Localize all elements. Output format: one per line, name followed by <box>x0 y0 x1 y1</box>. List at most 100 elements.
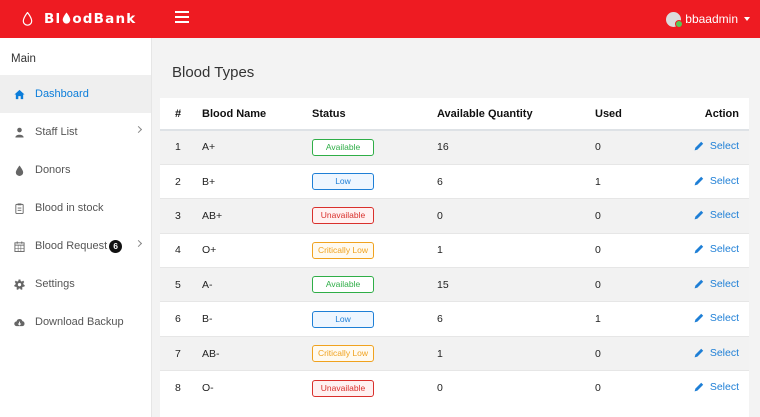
used-count: 1 <box>583 301 669 337</box>
status-badge: Critically Low <box>312 241 374 259</box>
blood-name: B- <box>190 301 300 337</box>
blood-name: AB- <box>190 335 300 371</box>
table-header-row: # Blood Name Status Available Quantity U… <box>160 98 749 131</box>
table-row: 2 B+ Low 6 1 Select <box>160 163 749 199</box>
blood-types-card: # Blood Name Status Available Quantity U… <box>160 98 749 417</box>
select-button[interactable]: Select <box>694 243 739 255</box>
menu-toggle-icon[interactable] <box>175 11 189 23</box>
sidebar-item-label: Settings <box>35 278 75 290</box>
sidebar-item-staff-list[interactable]: Staff List <box>0 113 151 151</box>
column-header-used: Used <box>583 98 669 131</box>
sidebar-item-download-backup[interactable]: Download Backup <box>0 303 151 341</box>
sidebar-item-label: Donors <box>35 164 71 176</box>
pencil-icon <box>694 245 704 254</box>
blood-name: A+ <box>190 129 300 165</box>
select-button[interactable]: Select <box>694 140 739 152</box>
sidebar-item-blood-in-stock[interactable]: Blood in stock <box>0 189 151 227</box>
sidebar-item-dashboard[interactable]: Dashboard <box>0 75 151 113</box>
table-row: 1 A+ Available 16 0 Select <box>160 129 749 165</box>
blood-name: B+ <box>190 163 300 199</box>
status-badge: Low <box>312 310 374 328</box>
select-button[interactable]: Select <box>694 347 739 359</box>
sidebar-item-blood-request[interactable]: Blood Request 6 <box>0 227 151 265</box>
avatar <box>666 11 684 28</box>
sidebar-item-label: Staff List <box>35 126 78 138</box>
table-row: 5 A- Available 15 0 Select <box>160 267 749 302</box>
chevron-right-icon <box>134 239 143 248</box>
used-count: 0 <box>583 129 669 165</box>
used-count: 1 <box>583 163 669 199</box>
table-row: 7 AB- Critically Low 1 0 Select <box>160 335 749 371</box>
select-button[interactable]: Select <box>694 278 739 290</box>
pencil-icon <box>694 210 704 220</box>
row-number: 8 <box>160 370 190 406</box>
drop-icon <box>13 164 25 176</box>
row-number: 5 <box>160 267 190 302</box>
sidebar-section-title: Main <box>11 53 36 65</box>
available-quantity: 0 <box>425 198 583 234</box>
status-badge: Unavailable <box>312 379 374 397</box>
column-header-status: Status <box>300 98 425 131</box>
row-number: 6 <box>160 301 190 337</box>
sidebar-item-label: Blood in stock <box>35 202 104 214</box>
clipboard-icon <box>13 202 25 214</box>
pencil-icon <box>694 382 704 392</box>
column-header-number: # <box>160 98 190 131</box>
select-button[interactable]: Select <box>694 312 739 324</box>
page-title: Blood Types <box>172 64 255 81</box>
available-quantity: 6 <box>425 301 583 337</box>
blood-name: A- <box>190 267 300 302</box>
used-count: 0 <box>583 267 669 302</box>
select-button[interactable]: Select <box>694 175 739 187</box>
main-content: Blood Types # Blood Name Status Availabl… <box>152 38 760 417</box>
status-badge: Available <box>312 276 374 294</box>
row-number: 1 <box>160 129 190 165</box>
select-button[interactable]: Select <box>694 209 739 221</box>
request-count-badge: 6 <box>109 239 123 253</box>
home-icon <box>13 88 25 100</box>
used-count: 0 <box>583 198 669 234</box>
pencil-icon <box>694 142 704 151</box>
sidebar-item-donors[interactable]: Donors <box>0 151 151 189</box>
available-quantity: 15 <box>425 267 583 302</box>
sidebar-item-label: Dashboard <box>35 88 89 100</box>
table-row: 3 AB+ Unavailable 0 0 Select <box>160 198 749 234</box>
sidebar: Main Dashboard Staff List Donors Blood i… <box>0 38 152 417</box>
pencil-icon <box>694 313 704 323</box>
table-row: 4 O+ Critically Low 1 0 Select <box>160 232 749 268</box>
row-number: 4 <box>160 232 190 268</box>
status-badge: Low <box>312 173 374 191</box>
sidebar-item-label: Download Backup <box>35 316 124 328</box>
used-count: 0 <box>583 335 669 371</box>
row-number: 2 <box>160 163 190 199</box>
brand-drop-letter-icon <box>63 12 71 24</box>
calendar-icon <box>13 240 25 252</box>
table-row: 6 B- Low 6 1 Select <box>160 301 749 337</box>
user-menu[interactable]: bbaadmin <box>666 0 750 38</box>
table-row: 8 O- Unavailable 0 0 Select <box>160 370 749 406</box>
chevron-right-icon <box>134 125 143 134</box>
top-navbar: Bl odBank bbaadmin <box>0 0 760 38</box>
blood-name: O- <box>190 370 300 406</box>
available-quantity: 16 <box>425 129 583 165</box>
select-button[interactable]: Select <box>694 381 739 393</box>
gear-icon <box>13 278 25 290</box>
caret-down-icon <box>744 17 750 21</box>
pencil-icon <box>694 176 704 185</box>
available-quantity: 1 <box>425 232 583 268</box>
column-header-action: Action <box>669 98 749 131</box>
brand-name: Bl odBank <box>44 11 137 27</box>
available-quantity: 0 <box>425 370 583 406</box>
status-badge: Critically Low <box>312 345 374 363</box>
user-name: bbaadmin <box>685 12 738 26</box>
sidebar-item-settings[interactable]: Settings <box>0 265 151 303</box>
blood-name: AB+ <box>190 198 300 234</box>
cloud-download-icon <box>13 316 25 328</box>
brand-logo[interactable]: Bl odBank <box>22 0 136 38</box>
used-count: 0 <box>583 370 669 406</box>
blood-name: O+ <box>190 232 300 268</box>
available-quantity: 1 <box>425 335 583 371</box>
column-header-blood-name: Blood Name <box>190 98 300 131</box>
pencil-icon <box>694 279 704 289</box>
status-badge: Available <box>312 138 374 156</box>
